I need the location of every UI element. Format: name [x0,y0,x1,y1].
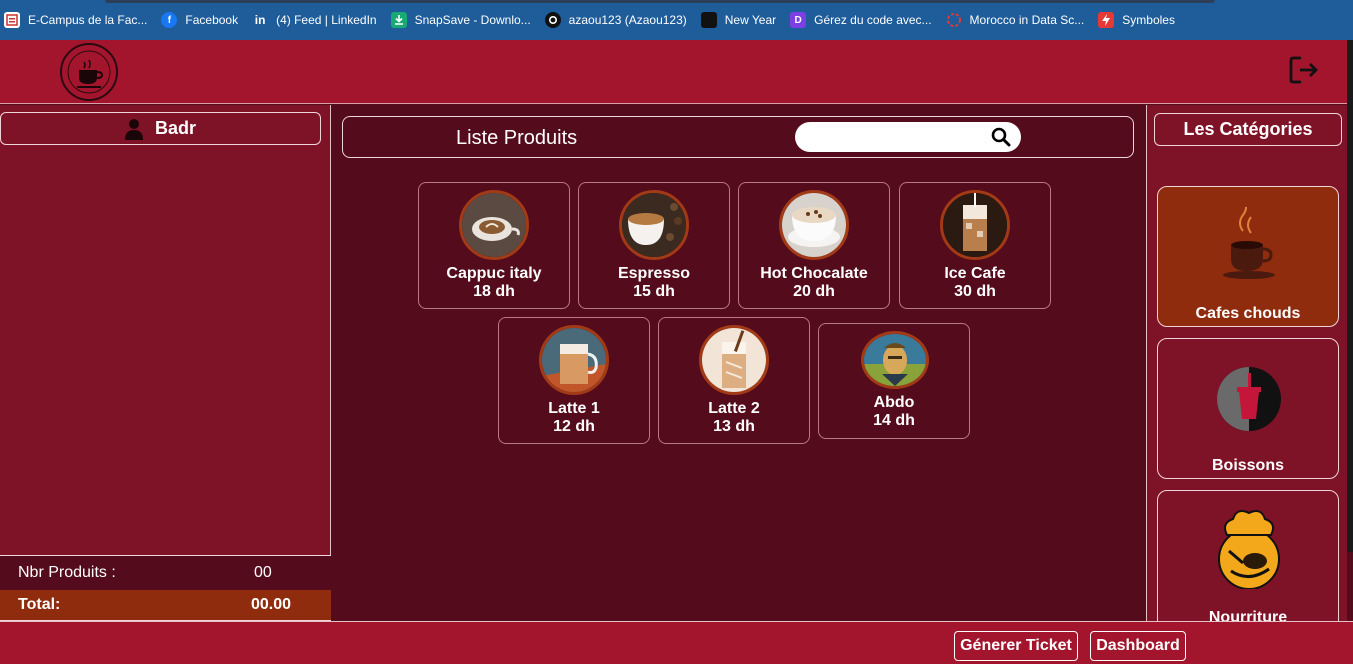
categories-title: Les Catégories [1154,113,1342,146]
category-name: Cafes chouds [1195,305,1301,322]
app-footer: Génerer Ticket Dashboard [0,621,1353,664]
product-name: Abdo [873,394,915,411]
product-price: 13 dh [713,418,755,435]
bookmark-label: Morocco in Data Sc... [969,13,1085,27]
product-price: 14 dh [873,412,915,429]
bookmark-new-year[interactable]: New Year [700,8,777,32]
bookmark-label: Gérez du code avec... [814,13,932,27]
order-summary: Nbr Produits : 00 Total: 00.00 [0,555,331,621]
code-icon: D [790,12,807,28]
product-image [861,331,929,389]
campus-icon [4,12,20,28]
order-panel: Badr Nbr Produits : 00 Total: 00.00 [0,105,331,621]
bookmark-code[interactable]: D Gérez du code avec... [790,8,932,32]
product-card-hot-chocalate[interactable]: Hot Chocalate 20 dh [738,182,890,309]
product-card-abdo[interactable]: Abdo 14 dh [818,323,970,439]
linkedin-icon: in [254,13,266,27]
calendar-icon [700,12,717,28]
bookmark-linkedin[interactable]: in (4) Feed | LinkedIn [252,8,377,32]
product-name: Hot Chocalate [760,265,868,282]
bookmark-github[interactable]: azaou123 (Azaou123) [544,8,687,32]
product-image [779,190,849,260]
bookmark-label: Symboles [1122,13,1175,27]
bookmark-label: Facebook [185,13,239,27]
total-row: Total: 00.00 [0,590,331,620]
facebook-icon: f [161,12,178,28]
generate-ticket-button[interactable]: Génerer Ticket [954,631,1078,661]
page-scrollbar[interactable] [1347,40,1353,552]
bookmark-ecampus[interactable]: E-Campus de la Fac... [4,8,147,32]
browser-tab-strip-edge [105,0,1215,3]
product-price: 15 dh [633,283,675,300]
hot-coffee-icon [1223,207,1275,279]
github-icon [544,12,561,28]
bookmark-facebook[interactable]: f Facebook [161,8,238,32]
product-price: 12 dh [553,418,595,435]
product-card-ice-cafe[interactable]: Ice Cafe 30 dh [899,182,1051,309]
bookmark-label: New Year [724,13,777,27]
product-name: Espresso [617,265,691,282]
product-name: Latte 2 [708,400,760,417]
drink-icon [1217,367,1281,431]
category-nourriture[interactable]: Nourriture [1157,490,1339,621]
product-price: 30 dh [954,283,996,300]
bookmark-symboles[interactable]: Symboles [1098,8,1175,32]
product-image [619,190,689,260]
app-header [0,40,1347,104]
products-panel: Liste Produits Cappuc italy 18 dh Espres… [331,105,1146,621]
total-value: 00.00 [251,596,292,613]
ring-icon [946,12,962,28]
products-title: Liste Produits [456,127,578,149]
bookmark-label: azaou123 (Azaou123) [568,13,687,27]
product-price: 20 dh [793,283,835,300]
chef-food-icon [1218,510,1280,589]
bookmarks-bar: E-Campus de la Fac... f Facebook in (4) … [0,0,1353,40]
total-label: Total: [18,596,61,613]
product-image [539,325,609,395]
bookmark-label: E-Campus de la Fac... [28,13,148,27]
product-card-latte-1[interactable]: Latte 1 12 dh [498,317,650,444]
bookmark-label: SnapSave - Downlo... [414,13,531,27]
user-box: Badr [0,112,321,145]
user-icon [124,118,143,140]
category-name: Boissons [1211,457,1284,474]
product-card-latte-2[interactable]: Latte 2 13 dh [658,317,810,444]
product-card-cappuc-italy[interactable]: Cappuc italy 18 dh [418,182,570,309]
search-icon[interactable] [991,127,1011,147]
search-input[interactable] [795,122,1021,152]
download-icon [390,12,407,28]
bookmark-morocco[interactable]: Morocco in Data Sc... [946,8,1085,32]
product-image [459,190,529,260]
categories-panel: Les Catégories Cafes chouds Boissons Nou… [1146,105,1347,621]
product-image [940,190,1010,260]
user-name: Badr [154,118,196,138]
product-count-value: 00 [254,564,272,581]
product-name: Cappuc italy [446,265,542,282]
logout-icon[interactable] [1288,54,1320,86]
product-card-espresso[interactable]: Espresso 15 dh [578,182,730,309]
product-count-label: Nbr Produits : [18,564,116,581]
bookmark-snapsave[interactable]: SnapSave - Downlo... [390,8,531,32]
product-price: 18 dh [473,283,515,300]
category-cafes-chouds[interactable]: Cafes chouds [1157,186,1339,327]
product-count-row: Nbr Produits : 00 [0,556,331,590]
product-image [699,325,769,395]
category-name: Nourriture [1208,609,1288,621]
product-name: Ice Cafe [944,265,1006,282]
product-name: Latte 1 [548,400,600,417]
products-header: Liste Produits [342,116,1134,158]
bookmark-label: (4) Feed | LinkedIn [276,13,377,27]
lightning-icon [1098,12,1115,28]
coffee-logo-icon[interactable] [58,42,120,102]
category-boissons[interactable]: Boissons [1157,338,1339,479]
dashboard-button[interactable]: Dashboard [1090,631,1186,661]
